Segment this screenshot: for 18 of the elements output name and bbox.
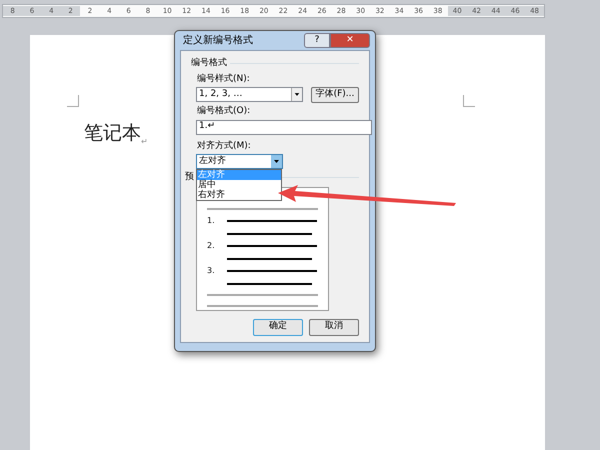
dialog-button[interactable]: 确定 xyxy=(253,318,303,336)
align-dropdown[interactable]: 左对齐 xyxy=(196,154,283,169)
field-label: 编号格式(O): xyxy=(197,105,252,118)
field-label: 对齐方式(M): xyxy=(197,140,252,152)
group-label: 预 xyxy=(185,171,194,184)
style-dropdown[interactable]: 1, 2, 3, … xyxy=(196,87,303,102)
close-button[interactable]: ✕ xyxy=(330,33,370,48)
help-button[interactable]: ? xyxy=(304,33,330,48)
field-label: 编号样式(N): xyxy=(197,72,251,86)
paragraph-mark: ↵ xyxy=(141,136,148,148)
window-title: 定义新编号格式 xyxy=(182,34,254,48)
dialog-button[interactable]: 取消 xyxy=(309,318,359,336)
dropdown-option[interactable]: 右对齐 xyxy=(197,190,281,200)
group-label: 编号格式 xyxy=(191,57,227,70)
dropdown-option[interactable]: 居中 xyxy=(197,180,281,190)
font-button[interactable]: 字体(F)... xyxy=(310,87,359,103)
document-text: 笔记本 xyxy=(84,121,141,146)
format-input[interactable]: 1.↵ xyxy=(196,120,372,134)
